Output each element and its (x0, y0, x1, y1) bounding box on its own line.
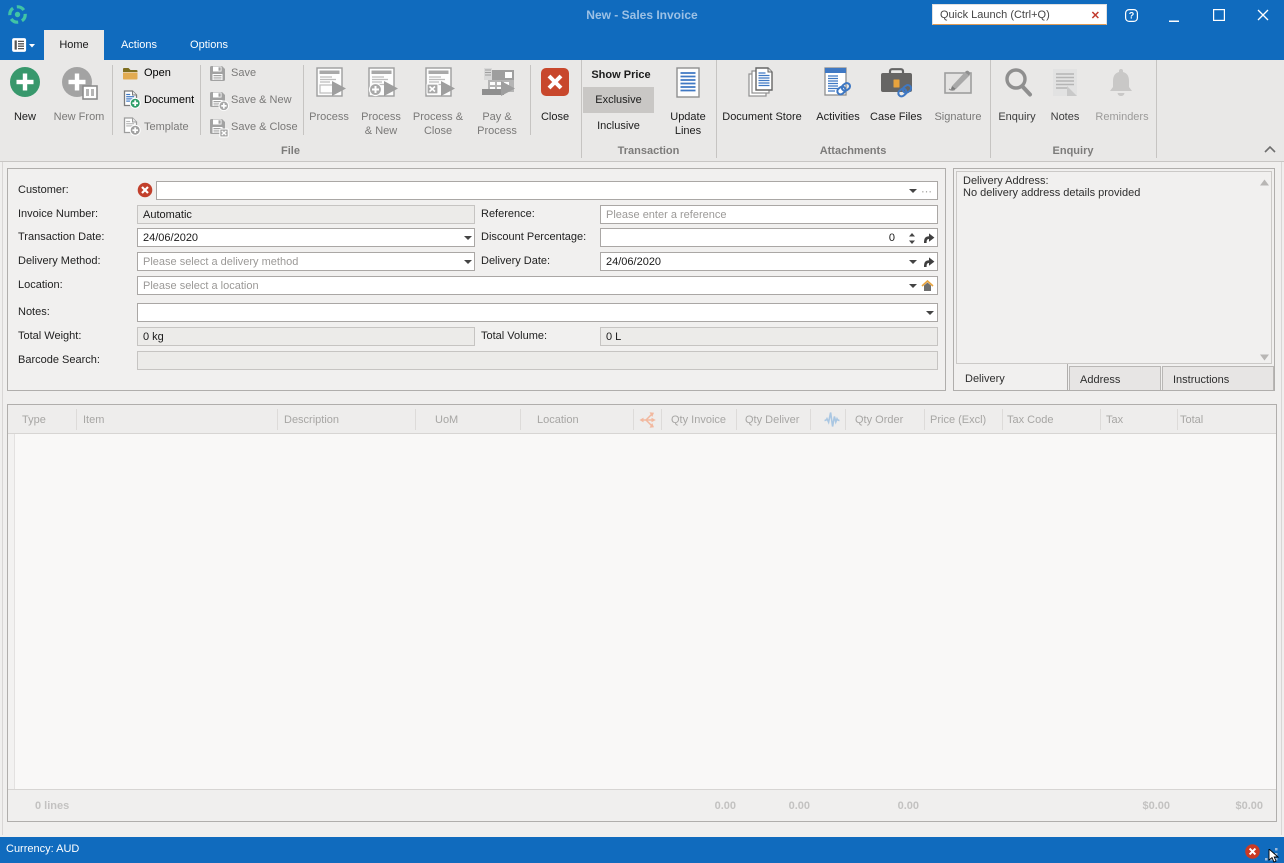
svg-text:?: ? (1129, 11, 1135, 21)
